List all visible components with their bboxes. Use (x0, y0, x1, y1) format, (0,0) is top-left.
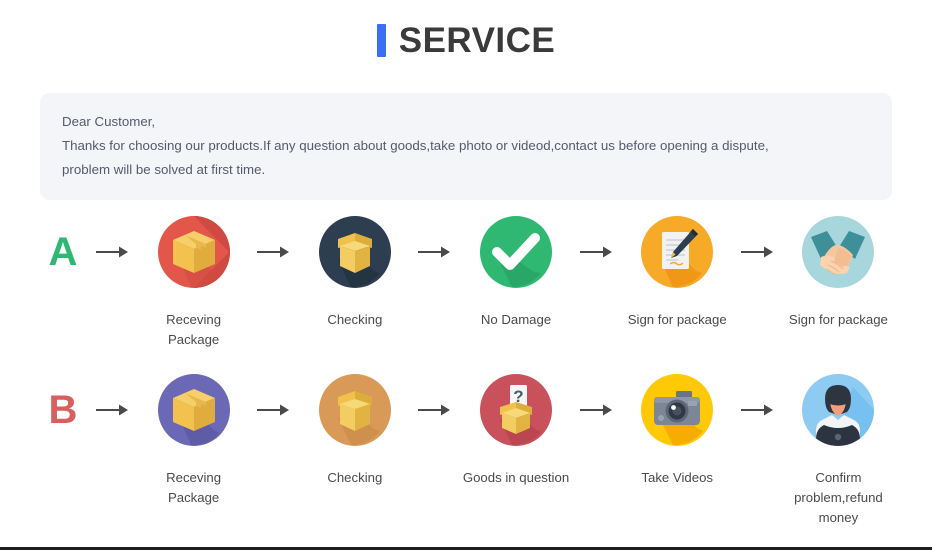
flow-step-label: Receving Package (166, 312, 222, 347)
page-title: SERVICE (398, 21, 556, 60)
flow-step-label: No Damage (480, 312, 552, 327)
package-box-icon (148, 206, 240, 298)
flow-step-a-5[interactable]: Sign for package (785, 206, 892, 330)
open-box-icon (309, 364, 401, 456)
arrow-right-icon (731, 364, 785, 456)
flow-step-b-2[interactable]: Checking (301, 364, 408, 488)
support-person-icon (792, 364, 884, 456)
arrow-right-icon (247, 364, 301, 456)
flow-step-label: Sign for package (788, 312, 888, 327)
flow-step-a-2[interactable]: Checking (301, 206, 408, 330)
question-box-icon: ? (470, 364, 562, 456)
flow-step-b-3[interactable]: ? Goods in question (462, 364, 569, 488)
flow-step-label: Sign for package (627, 312, 727, 327)
arrow-right-icon (570, 206, 624, 298)
service-page: SERVICE Dear Customer, Thanks for choosi… (0, 0, 932, 550)
flow-step-a-1[interactable]: Receving Package (140, 206, 247, 350)
flow-step-b-1[interactable]: Receving Package (140, 364, 247, 508)
vertical-bar-icon (376, 24, 386, 57)
flow-step-label: Checking (327, 470, 383, 485)
arrow-right-icon (570, 364, 624, 456)
flow-step-label: Confirm problem,refund money (794, 470, 883, 525)
open-box-icon (309, 206, 401, 298)
flow-row-a: A Receving Package Checking No Damage Si… (40, 206, 892, 350)
document-pen-icon (631, 206, 723, 298)
arrow-right-icon (408, 206, 462, 298)
handshake-icon (792, 206, 884, 298)
arrow-right-icon (86, 206, 140, 298)
arrow-right-icon (247, 206, 301, 298)
flow-step-a-3[interactable]: No Damage (462, 206, 569, 330)
notice-line-2: Thanks for choosing our products.If any … (62, 138, 769, 153)
page-header: SERVICE (0, 0, 932, 60)
flow-step-label: Receving Package (166, 470, 222, 505)
package-box-icon (148, 364, 240, 456)
notice-line-1: Dear Customer, (62, 114, 156, 129)
flow-step-label: Checking (327, 312, 383, 327)
flow-step-a-4[interactable]: Sign for package (624, 206, 731, 330)
flow-step-b-4[interactable]: Take Videos (624, 364, 731, 488)
arrow-right-icon (408, 364, 462, 456)
flow-badge-b: B (48, 388, 78, 432)
flow-step-label: Goods in question (462, 470, 570, 485)
arrow-right-icon (86, 364, 140, 456)
flow-step-b-5[interactable]: Confirm problem,refund money (785, 364, 892, 528)
customer-notice-card: Dear Customer, Thanks for choosing our p… (40, 93, 892, 200)
check-mark-icon (470, 206, 562, 298)
camera-icon (631, 364, 723, 456)
flow-badge-a: A (48, 230, 78, 274)
notice-line-3: problem will be solved at first time. (62, 162, 266, 177)
arrow-right-icon (731, 206, 785, 298)
flow-step-label: Take Videos (641, 470, 714, 485)
flow-row-b: B Receving Package Checking ? Goods in q… (40, 364, 892, 528)
